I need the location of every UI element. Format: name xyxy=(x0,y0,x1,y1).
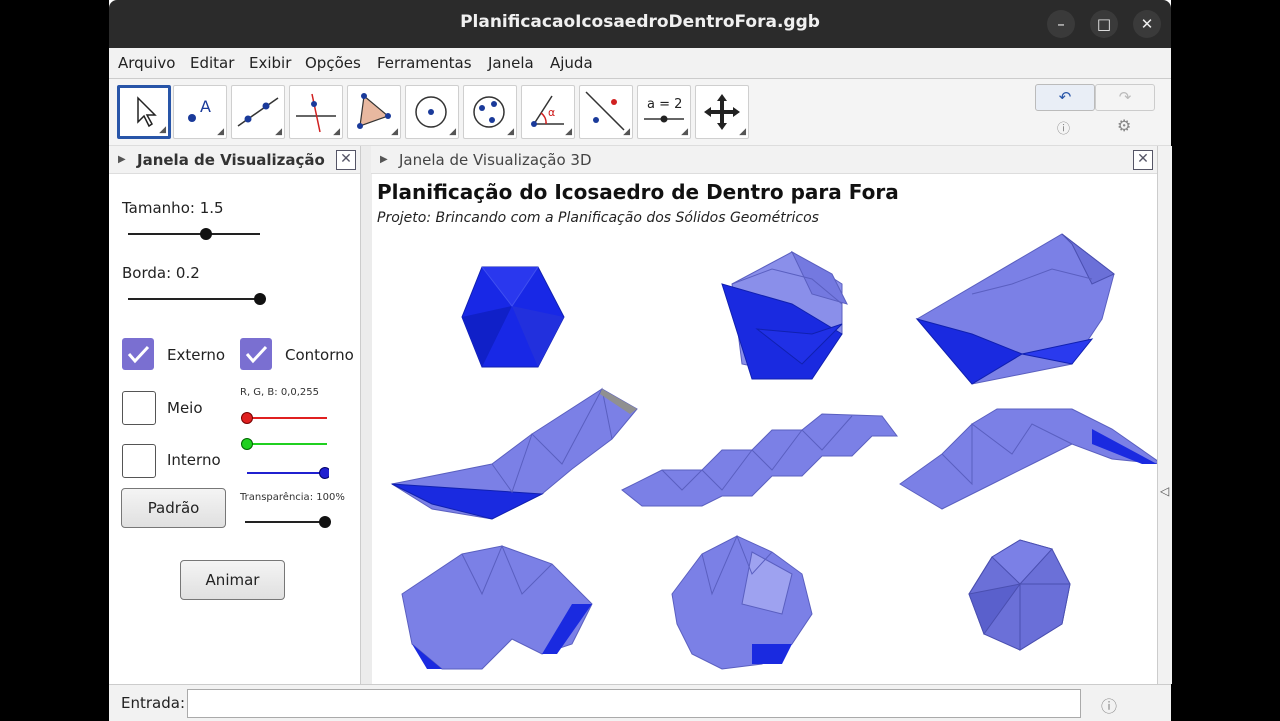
icosahedron-closed-solid xyxy=(461,266,565,368)
icosahedron-closing-1 xyxy=(401,544,593,670)
externo-label: Externo xyxy=(167,346,226,364)
tamanho-slider[interactable] xyxy=(124,224,264,244)
view3d-title: Janela de Visualização 3D xyxy=(399,151,592,169)
green-slider-handle[interactable] xyxy=(241,438,253,450)
rgb-label: R, G, B: 0,0,255 xyxy=(240,387,319,398)
graphics-view-panel: Tamanho: 1.5 Borda: 0.2 Externo Contorno… xyxy=(109,174,360,684)
icosahedron-net-flat xyxy=(621,413,898,507)
reflect-tool-button[interactable]: ◢ xyxy=(579,85,633,139)
interno-label: Interno xyxy=(167,451,221,469)
checkmark-icon xyxy=(245,345,268,364)
maximize-button[interactable]: □ xyxy=(1090,10,1118,38)
tamanho-label: Tamanho: 1.5 xyxy=(122,199,224,217)
menu-opcoes[interactable]: Opções xyxy=(305,54,361,72)
red-slider-handle[interactable] xyxy=(241,412,253,424)
gear-icon[interactable]: ⚙ xyxy=(1117,116,1131,135)
transparencia-label: Transparência: 100% xyxy=(240,492,345,503)
angle-tool-button[interactable]: α ◢ xyxy=(521,85,575,139)
circle-tool-button[interactable]: ◢ xyxy=(405,85,459,139)
borda-slider-handle[interactable] xyxy=(254,293,266,305)
menu-exibir[interactable]: Exibir xyxy=(249,54,291,72)
svg-text:a = 2: a = 2 xyxy=(647,97,682,112)
view3d-header: ▶ Janela de Visualização 3D ✕ xyxy=(371,146,1157,174)
move-view-tool-button[interactable]: ◢ xyxy=(695,85,749,139)
collapse-arrow-icon[interactable]: ▶ xyxy=(118,154,126,165)
icosahedron-closing-2 xyxy=(671,534,813,670)
close-button[interactable]: ✕ xyxy=(1133,10,1161,38)
menu-arquivo[interactable]: Arquivo xyxy=(118,54,175,72)
tamanho-slider-handle[interactable] xyxy=(200,228,212,240)
close-icon: ✕ xyxy=(1137,151,1149,167)
line-tool-button[interactable]: ◢ xyxy=(231,85,285,139)
icosahedron-nets-drawing xyxy=(390,233,1157,670)
input-label: Entrada: xyxy=(121,694,185,712)
svg-text:α: α xyxy=(548,106,555,119)
conic-tool-button[interactable]: ◢ xyxy=(463,85,517,139)
padrao-button[interactable]: Padrão xyxy=(121,488,226,528)
close-icon: ✕ xyxy=(1140,15,1154,33)
checkmark-icon xyxy=(127,345,150,364)
animar-button[interactable]: Animar xyxy=(180,560,285,600)
blue-slider-handle[interactable] xyxy=(319,467,330,479)
transparencia-slider-handle[interactable] xyxy=(319,516,331,528)
menu-bar: Arquivo Editar Exibir Opções Ferramentas… xyxy=(109,48,1171,79)
right-collapse-strip[interactable]: ◁ xyxy=(1157,146,1172,684)
contorno-label: Contorno xyxy=(285,346,354,364)
view3d-canvas[interactable]: Planificação do Icosaedro de Dentro para… xyxy=(372,174,1157,684)
redo-icon: ↷ xyxy=(1118,88,1132,106)
close-graphics-view-button[interactable]: ✕ xyxy=(336,150,356,170)
input-field[interactable] xyxy=(187,689,1081,718)
transparencia-slider[interactable] xyxy=(239,512,335,532)
borda-slider[interactable] xyxy=(124,289,274,309)
close-icon: ✕ xyxy=(340,151,352,167)
toolbar: ◢ A ◢ ◢ ◢ ◢ ◢ ◢ α ◢ ◢ a = 2 ◢ ◢ xyxy=(109,79,1171,146)
chevron-left-icon[interactable]: ◁ xyxy=(1160,484,1169,498)
graphics-view-header: ▶ Janela de Visualização ✕ xyxy=(109,146,360,174)
perpendicular-tool-button[interactable]: ◢ xyxy=(289,85,343,139)
collapse-arrow-icon[interactable]: ▶ xyxy=(380,154,388,165)
menu-ferramentas[interactable]: Ferramentas xyxy=(377,54,472,72)
interno-checkbox[interactable] xyxy=(122,444,156,478)
redo-button[interactable]: ↷ xyxy=(1095,84,1155,111)
icosahedron-net-4 xyxy=(390,387,638,520)
borda-label: Borda: 0.2 xyxy=(122,264,200,282)
window-title: PlanificacaoIcosaedroDentroFora.ggb xyxy=(460,12,820,32)
help-icon[interactable]: ⓘ xyxy=(1101,693,1117,717)
svg-text:A: A xyxy=(200,97,211,116)
externo-checkbox[interactable] xyxy=(122,338,154,370)
menu-ajuda[interactable]: Ajuda xyxy=(550,54,593,72)
minimize-icon: – xyxy=(1057,15,1065,33)
input-bar: Entrada: ⓘ xyxy=(109,684,1171,721)
icosahedron-closed-transparent xyxy=(968,539,1071,651)
geogebra-window: PlanificacaoIcosaedroDentroFora.ggb – □ … xyxy=(109,0,1172,721)
minimize-button[interactable]: – xyxy=(1047,10,1075,38)
meio-checkbox[interactable] xyxy=(122,391,156,425)
icosahedron-opening-2 xyxy=(915,233,1115,385)
menu-editar[interactable]: Editar xyxy=(190,54,234,72)
icosahedron-net-6 xyxy=(899,408,1157,510)
maximize-icon: □ xyxy=(1096,15,1112,33)
undo-button[interactable]: ↶ xyxy=(1035,84,1095,111)
slider-tool-button[interactable]: a = 2 ◢ xyxy=(637,85,691,139)
menu-janela[interactable]: Janela xyxy=(488,54,534,72)
rgb-sliders[interactable] xyxy=(239,408,329,492)
polygon-tool-button[interactable]: ◢ xyxy=(347,85,401,139)
title-bar: PlanificacaoIcosaedroDentroFora.ggb – □ … xyxy=(109,0,1171,48)
icosahedron-opening-1 xyxy=(721,250,848,380)
undo-icon: ↶ xyxy=(1058,88,1072,106)
meio-label: Meio xyxy=(167,399,203,417)
help-icon[interactable]: ⓘ xyxy=(1057,118,1070,137)
close-view3d-button[interactable]: ✕ xyxy=(1133,150,1153,170)
move-tool-button[interactable]: ◢ xyxy=(117,85,171,139)
point-tool-button[interactable]: A ◢ xyxy=(173,85,227,139)
graphics-view-title: Janela de Visualização xyxy=(137,151,325,169)
contorno-checkbox[interactable] xyxy=(240,338,272,370)
